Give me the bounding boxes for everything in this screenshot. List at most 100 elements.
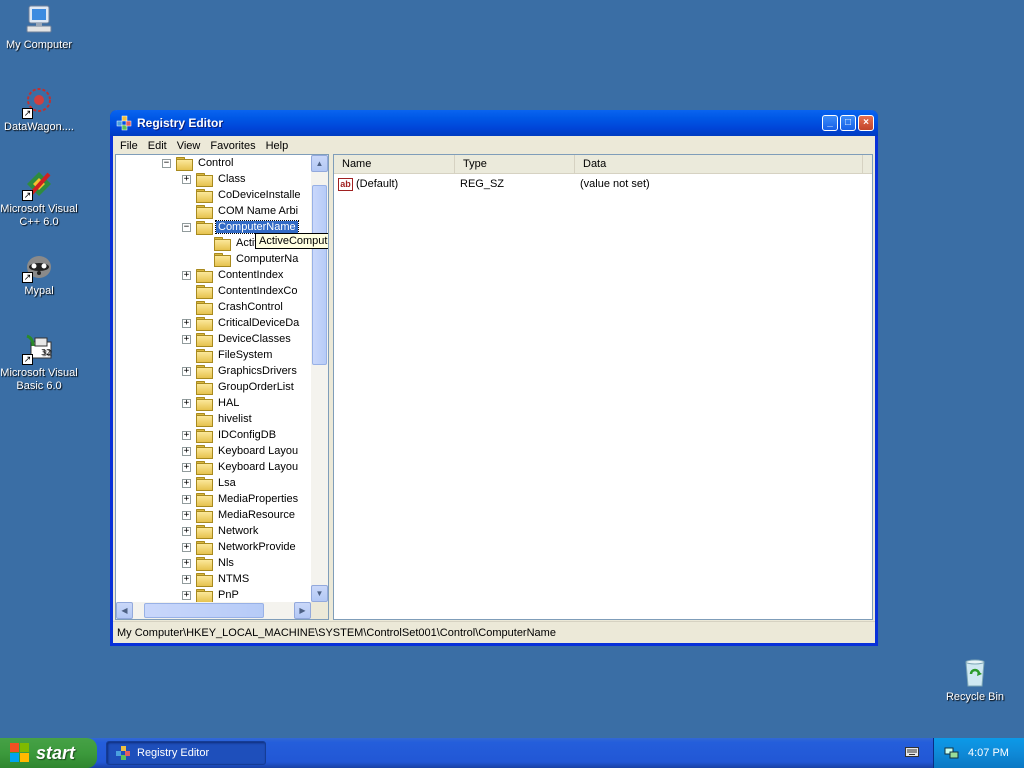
registry-editor-icon [116, 115, 132, 131]
tree-item[interactable]: COM Name Arbi [182, 203, 300, 219]
folder-icon [196, 461, 213, 475]
network-icon[interactable] [944, 745, 960, 761]
registry-editor-icon [115, 745, 131, 761]
tree-item[interactable]: + GraphicsDrivers [182, 363, 299, 379]
folder-icon [196, 413, 213, 427]
tree-item[interactable]: + HAL [182, 395, 241, 411]
expand-icon[interactable]: + [182, 174, 191, 184]
scroll-right-button[interactable]: ▶ [294, 602, 311, 619]
folder-icon [196, 381, 213, 395]
column-header-data[interactable]: Data [575, 155, 863, 173]
folder-icon [196, 285, 213, 299]
expand-icon[interactable]: + [182, 526, 191, 536]
minimize-button[interactable]: _ [822, 115, 838, 131]
scroll-up-button[interactable]: ▲ [311, 155, 328, 172]
menu-view[interactable]: View [172, 140, 206, 152]
taskbar-button-registry-editor[interactable]: Registry Editor [106, 741, 266, 765]
menu-help[interactable]: Help [261, 140, 294, 152]
scroll-thumb[interactable] [144, 603, 264, 618]
menu-edit[interactable]: Edit [143, 140, 172, 152]
menu-favorites[interactable]: Favorites [205, 140, 260, 152]
tree-item[interactable]: + NTMS [182, 571, 251, 587]
tree-item[interactable]: + CriticalDeviceDa [182, 315, 301, 331]
scroll-left-button[interactable]: ◀ [116, 602, 133, 619]
shortcut-arrow-icon: ↗ [22, 190, 33, 201]
expand-icon[interactable]: + [182, 510, 191, 520]
tree-item-label: NetworkProvide [218, 541, 296, 553]
expand-icon[interactable]: + [182, 590, 191, 600]
tree-item[interactable]: GroupOrderList [182, 379, 296, 395]
tree-item[interactable]: + MediaProperties [182, 491, 300, 507]
registry-tree[interactable]: − Control + Class CoDeviceInstalle COM Name A… [115, 154, 329, 620]
tree-item[interactable]: + Keyboard Layou [182, 443, 300, 459]
expand-icon[interactable]: + [182, 558, 191, 568]
expand-icon[interactable]: + [182, 318, 191, 328]
tree-item[interactable]: ContentIndexCo [182, 283, 300, 299]
start-button[interactable]: start [0, 738, 97, 768]
keyboard-icon[interactable] [905, 746, 919, 758]
expand-icon[interactable]: + [182, 478, 191, 488]
list-item[interactable]: ab (Default) REG_SZ (value not set) [338, 176, 650, 192]
expand-icon[interactable]: + [182, 334, 191, 344]
maximize-button[interactable]: □ [840, 115, 856, 131]
desktop-icon-mypal[interactable]: ↗ Mypal [0, 250, 78, 298]
expand-icon[interactable]: + [182, 446, 191, 456]
folder-icon [196, 573, 213, 587]
scroll-down-button[interactable]: ▼ [311, 585, 328, 602]
tree-item[interactable]: CoDeviceInstalle [182, 187, 303, 203]
expand-icon[interactable]: + [182, 398, 191, 408]
shortcut-arrow-icon: ↗ [22, 272, 33, 283]
tree-item[interactable]: FileSystem [182, 347, 274, 363]
title-bar[interactable]: Registry Editor _ □ × [110, 110, 878, 136]
tree-item[interactable]: + PnP [182, 587, 241, 602]
close-button[interactable]: × [858, 115, 874, 131]
tree-item[interactable]: + MediaResource [182, 507, 297, 523]
tree-item[interactable]: + IDConfigDB [182, 427, 278, 443]
tree-item[interactable]: + NetworkProvide [182, 539, 298, 555]
tree-item-label: MediaResource [218, 509, 296, 521]
expand-icon[interactable]: + [182, 430, 191, 440]
clock[interactable]: 4:07 PM [968, 747, 1009, 759]
folder-icon [196, 269, 213, 283]
scroll-thumb[interactable] [312, 185, 327, 365]
windows-logo-icon [10, 743, 30, 763]
tree-item[interactable]: hivelist [182, 411, 254, 427]
expand-icon[interactable]: + [182, 574, 191, 584]
scrollbar-corner [311, 602, 328, 619]
expand-icon[interactable]: + [182, 366, 191, 376]
column-header-name[interactable]: Name [334, 155, 455, 173]
tree-item[interactable]: + DeviceClasses [182, 331, 293, 347]
tree-item[interactable]: − Control [162, 155, 235, 171]
status-path: My Computer\HKEY_LOCAL_MACHINE\SYSTEM\Co… [117, 626, 556, 639]
tree-vertical-scrollbar[interactable]: ▲ ▼ [311, 155, 328, 602]
expand-icon[interactable]: + [182, 462, 191, 472]
tree-item[interactable]: + Keyboard Layou [182, 459, 300, 475]
expand-icon[interactable]: + [182, 270, 191, 280]
tree-item[interactable]: + Nls [182, 555, 236, 571]
tree-item[interactable]: + Lsa [182, 475, 238, 491]
tree-item[interactable]: + Class [182, 171, 248, 187]
folder-icon [214, 237, 231, 251]
collapse-icon[interactable]: − [162, 158, 171, 168]
desktop-icon-visual-basic[interactable]: 32 ↗ Microsoft Visual Basic 6.0 [0, 332, 78, 393]
desktop-icon-visual-cpp[interactable]: ↗ Microsoft Visual C++ 6.0 [0, 168, 78, 229]
values-list[interactable]: Name Type Data ab (Default) REG_SZ (valu… [333, 154, 873, 620]
desktop-icon-recycle-bin[interactable]: Recycle Bin [936, 656, 1014, 704]
tree-item[interactable]: CrashControl [182, 299, 285, 315]
desktop-icon-datawagon[interactable]: ↗ DataWagon.... [0, 86, 78, 134]
expand-icon[interactable]: + [182, 494, 191, 504]
folder-icon [196, 493, 213, 507]
desktop-icon-my-computer[interactable]: My Computer [0, 4, 78, 52]
tree-horizontal-scrollbar[interactable]: ◀ ▶ [116, 602, 311, 619]
expand-icon[interactable]: + [182, 542, 191, 552]
tree-item[interactable]: + Network [182, 523, 260, 539]
folder-icon [196, 301, 213, 315]
tree-item[interactable]: ComputerNa [200, 251, 300, 267]
collapse-icon[interactable]: − [182, 222, 191, 232]
tree-tooltip: ActiveComputerName [255, 233, 328, 249]
menu-file[interactable]: File [115, 140, 143, 152]
tree-item[interactable]: + ContentIndex [182, 267, 285, 283]
column-header-type[interactable]: Type [455, 155, 575, 173]
